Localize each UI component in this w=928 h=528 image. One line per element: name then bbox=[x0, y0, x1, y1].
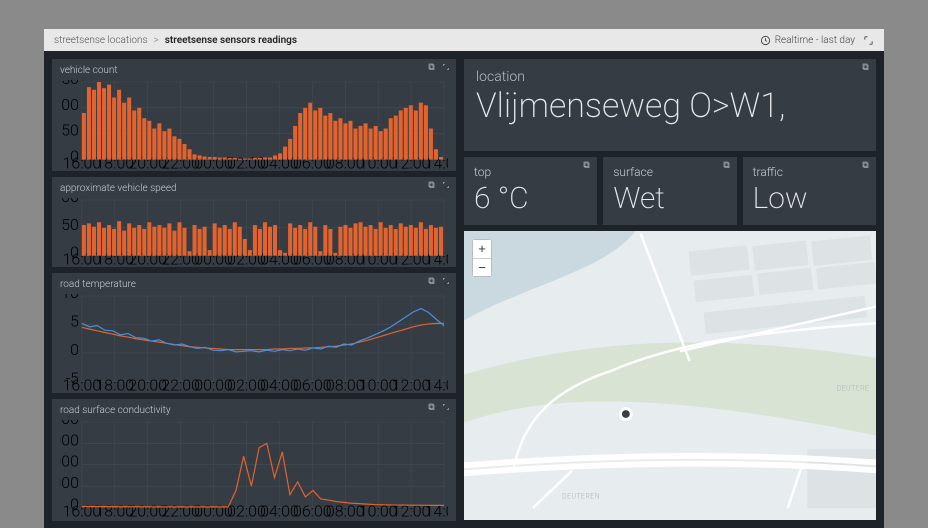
copy-icon[interactable] bbox=[428, 277, 436, 285]
expand-icon[interactable] bbox=[442, 277, 450, 285]
svg-text:150: 150 bbox=[60, 80, 79, 88]
breadcrumb-current[interactable]: streetsense sensors readings bbox=[165, 35, 297, 46]
copy-icon[interactable] bbox=[723, 161, 731, 169]
map-zoom-in-button[interactable]: + bbox=[473, 240, 491, 258]
panel-map[interactable]: + − bbox=[464, 231, 876, 521]
realtime-label: Realtime - last day bbox=[775, 35, 855, 46]
svg-text:30000: 30000 bbox=[60, 430, 79, 449]
svg-text:40000: 40000 bbox=[60, 420, 79, 428]
dashboard-content: vehicle count 05010015016:0018:0020:0022… bbox=[44, 51, 884, 528]
traffic-value: Low bbox=[753, 183, 866, 215]
copy-icon[interactable] bbox=[428, 403, 436, 411]
surface-value: Wet bbox=[613, 183, 726, 215]
panel-surface: surface Wet bbox=[603, 157, 736, 225]
panel-top: top 6 °C bbox=[464, 157, 597, 225]
svg-text:20000: 20000 bbox=[60, 452, 79, 471]
breadcrumb-separator: > bbox=[154, 35, 159, 46]
panel-title: vehicle count bbox=[60, 65, 448, 76]
chart-conductivity[interactable]: 01000020000300004000016:0018:0020:0022:0… bbox=[60, 420, 448, 517]
copy-icon[interactable] bbox=[583, 161, 591, 169]
expand-icon[interactable] bbox=[442, 63, 450, 71]
panel-title: surface bbox=[613, 165, 726, 179]
top-bar: streetsense locations > streetsense sens… bbox=[44, 29, 884, 51]
panel-title: location bbox=[476, 69, 864, 85]
panel-title: top bbox=[474, 165, 587, 179]
svg-text:100: 100 bbox=[60, 198, 79, 206]
svg-text:10: 10 bbox=[61, 294, 79, 302]
copy-icon[interactable] bbox=[428, 181, 436, 189]
panel-conductivity: road surface conductivity 01000020000300… bbox=[52, 399, 456, 521]
map-canvas[interactable]: DEUTEREN DEUTERE bbox=[464, 231, 876, 521]
right-column: location Vlijmenseweg O>W1, top 6 °C sur… bbox=[464, 59, 876, 520]
copy-icon[interactable] bbox=[862, 161, 870, 169]
panel-location: location Vlijmenseweg O>W1, bbox=[464, 59, 876, 151]
panel-vehicle-count: vehicle count 05010015016:0018:0020:0022… bbox=[52, 59, 456, 171]
copy-icon[interactable] bbox=[428, 63, 436, 71]
panel-title: road temperature bbox=[60, 279, 448, 290]
svg-text:5: 5 bbox=[70, 311, 79, 330]
metrics-row: top 6 °C surface Wet traffic Low bbox=[464, 157, 876, 225]
svg-text:10000: 10000 bbox=[60, 473, 79, 492]
chart-road-temp[interactable]: -5051016:0018:0020:0022:0000:0002:0004:0… bbox=[60, 294, 448, 391]
realtime-indicator[interactable]: Realtime - last day bbox=[760, 35, 855, 46]
panel-title: traffic bbox=[753, 165, 866, 179]
svg-text:50: 50 bbox=[61, 121, 79, 140]
panel-title: road surface conductivity bbox=[60, 405, 448, 416]
svg-text:0: 0 bbox=[70, 340, 79, 359]
svg-text:50: 50 bbox=[61, 215, 79, 234]
svg-text:14:00: 14:00 bbox=[425, 501, 448, 517]
location-value: Vlijmenseweg O>W1, bbox=[476, 89, 864, 125]
expand-icon[interactable] bbox=[863, 35, 874, 46]
chart-vehicle-speed[interactable]: 05010016:0018:0020:0022:0000:0002:0004:0… bbox=[60, 198, 448, 266]
app-window: streetsense locations > streetsense sens… bbox=[44, 29, 884, 528]
map-label-deutere2: DEUTERE bbox=[837, 384, 870, 392]
copy-icon[interactable] bbox=[862, 63, 870, 71]
panel-traffic: traffic Low bbox=[743, 157, 876, 225]
svg-text:100: 100 bbox=[60, 95, 79, 114]
clock-icon bbox=[760, 35, 771, 46]
panel-vehicle-speed: approximate vehicle speed 05010016:0018:… bbox=[52, 177, 456, 267]
chart-vehicle-count[interactable]: 05010015016:0018:0020:0022:0000:0002:000… bbox=[60, 80, 448, 170]
expand-icon[interactable] bbox=[442, 181, 450, 189]
top-value: 6 °C bbox=[474, 183, 587, 215]
panel-title: approximate vehicle speed bbox=[60, 183, 448, 194]
expand-icon[interactable] bbox=[442, 403, 450, 411]
left-column: vehicle count 05010015016:0018:0020:0022… bbox=[52, 59, 456, 520]
map-zoom-out-button[interactable]: − bbox=[473, 258, 491, 276]
breadcrumb-root[interactable]: streetsense locations bbox=[54, 35, 148, 46]
svg-text:14:00: 14:00 bbox=[425, 375, 448, 391]
map-zoom-controls: + − bbox=[472, 239, 492, 277]
panel-road-temp: road temperature -5051016:0018:0020:0022… bbox=[52, 273, 456, 393]
map-label-deuteren: DEUTEREN bbox=[562, 492, 600, 500]
